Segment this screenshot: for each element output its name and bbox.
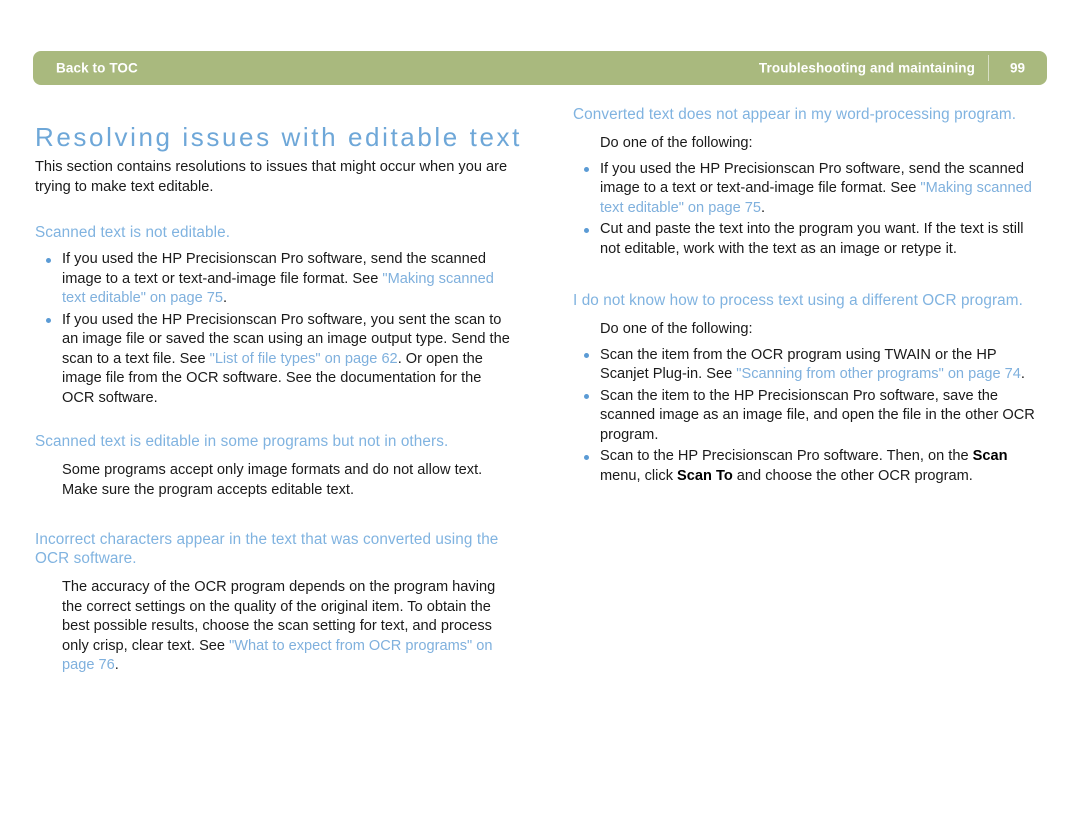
bullet-text-tail: . [760, 199, 766, 216]
list-item: If you used the HP Precisionscan Pro sof… [35, 250, 511, 309]
list-item: If you used the HP Precisionscan Pro sof… [35, 311, 511, 409]
bullet-dot-icon [584, 167, 589, 172]
bold-term-scan: Scan [972, 448, 1008, 464]
back-to-toc-link[interactable]: Back to TOC [56, 61, 138, 76]
list-item: Scan the item from the OCR program using… [573, 346, 1043, 385]
bullet-text-tail: . [1020, 366, 1025, 382]
page-title: Resolving issues with editable text [35, 122, 522, 153]
bullet-dot-icon [584, 394, 589, 399]
bullet-list-converted-text: If you used the HP Precisionscan Pro sof… [573, 160, 1043, 260]
bullet-text: Cut and paste the text into the program … [600, 221, 1024, 257]
section-heading-incorrect-characters: Incorrect characters appear in the text … [35, 531, 499, 567]
section-heading-scanned-text-not-editable: Scanned text is not editable. [35, 224, 231, 241]
bullet-text: Scan to the HP Precisionscan Pro softwar… [600, 448, 973, 464]
bullet-text-tail: and choose the other OCR program. [732, 467, 973, 484]
list-item: Cut and paste the text into the program … [573, 220, 1043, 259]
bullet-list-different-ocr: Scan the item from the OCR program using… [573, 346, 1043, 487]
cross-reference-link[interactable]: "List of file types" on page 62 [210, 351, 398, 367]
lead-in-text-converted-text: Do one of the following: [600, 135, 753, 151]
page-header-bar: Back to TOC Troubleshooting and maintain… [33, 51, 1047, 85]
section-heading-different-ocr-program: I do not know how to process text using … [573, 292, 1023, 309]
section-paragraph-incorrect-characters: The accuracy of the OCR program depends … [35, 578, 511, 676]
bullet-text-mid: menu, click [600, 467, 678, 484]
section-paragraph-editable-in-some-programs: Some programs accept only image formats … [62, 462, 483, 498]
header-page-number: 99 [1009, 60, 1025, 76]
lead-in-text-different-ocr: Do one of the following: [600, 321, 753, 337]
bold-term-scan-to: Scan To [677, 467, 733, 484]
header-divider [988, 55, 989, 81]
list-item: Scan to the HP Precisionscan Pro softwar… [573, 447, 1043, 486]
bullet-list-scanned-text-not-editable: If you used the HP Precisionscan Pro sof… [35, 250, 511, 408]
header-section-label: Troubleshooting and maintaining [758, 60, 975, 76]
section-heading-editable-in-some-programs: Scanned text is editable in some program… [35, 433, 449, 450]
bullet-dot-icon [584, 227, 589, 233]
bullet-dot-icon [46, 318, 51, 323]
bullet-dot-icon [584, 454, 589, 460]
left-column: This section contains resolutions to iss… [35, 158, 511, 676]
list-item: If you used the HP Precisionscan Pro sof… [573, 160, 1043, 219]
bullet-dot-icon [46, 257, 51, 263]
bullet-dot-icon [584, 353, 589, 358]
paragraph-text-tail: . [114, 657, 119, 673]
list-item: Scan the item to the HP Precisionscan Pr… [573, 387, 1043, 446]
bullet-text: Scan the item to the HP Precisionscan Pr… [600, 387, 1035, 443]
cross-reference-link[interactable]: "Scanning from other programs" on page 7… [736, 366, 1021, 382]
right-column: Converted text does not appear in my wor… [573, 105, 1043, 488]
intro-paragraph: This section contains resolutions to iss… [35, 159, 508, 195]
bullet-text-tail: . [222, 290, 228, 306]
section-heading-converted-text-not-appearing: Converted text does not appear in my wor… [573, 106, 1017, 123]
